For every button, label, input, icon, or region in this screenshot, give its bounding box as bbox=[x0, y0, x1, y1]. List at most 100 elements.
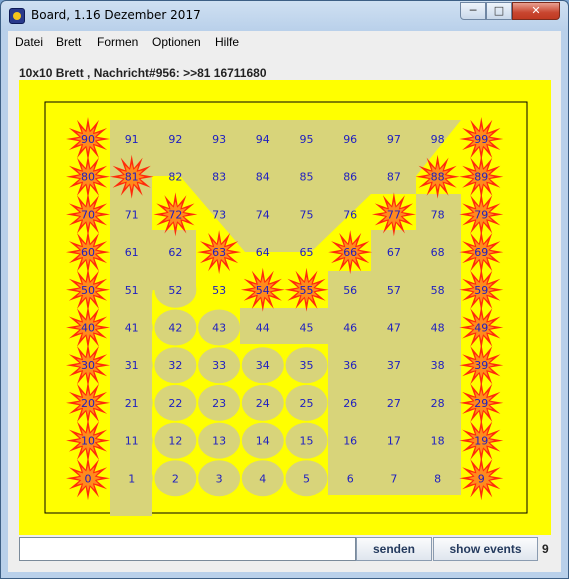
cell-49: 49 bbox=[474, 322, 488, 335]
cell-37: 37 bbox=[387, 359, 401, 372]
cell-38: 38 bbox=[431, 359, 445, 372]
cell-44: 44 bbox=[256, 322, 270, 335]
cell-76: 76 bbox=[343, 208, 357, 221]
cell-2: 2 bbox=[172, 472, 179, 485]
cell-20: 20 bbox=[81, 397, 95, 410]
cell-89: 89 bbox=[474, 171, 488, 184]
menu-optionen[interactable]: Optionen bbox=[152, 35, 201, 49]
cell-3: 3 bbox=[216, 472, 223, 485]
cell-9: 9 bbox=[478, 472, 485, 485]
cell-75: 75 bbox=[300, 208, 314, 221]
cell-86: 86 bbox=[343, 171, 357, 184]
cell-70: 70 bbox=[81, 208, 95, 221]
cell-50: 50 bbox=[81, 284, 95, 297]
cell-4: 4 bbox=[259, 472, 266, 485]
cell-7: 7 bbox=[390, 472, 397, 485]
send-button[interactable]: senden bbox=[356, 537, 432, 561]
board-app-icon[interactable] bbox=[9, 8, 25, 24]
cell-80: 80 bbox=[81, 171, 95, 184]
cell-95: 95 bbox=[300, 133, 314, 146]
cell-43: 43 bbox=[212, 322, 226, 335]
client-area: Datei Brett Formen Optionen Hilfe 10x10 … bbox=[8, 31, 561, 572]
board-canvas[interactable]: 90 91 92 93 94 95 96 97 98 9980 81 82 83 84 85 86 87 88 89… bbox=[19, 80, 551, 535]
cell-67: 67 bbox=[387, 246, 401, 259]
menu-bar: Datei Brett Formen Optionen Hilfe bbox=[8, 31, 561, 53]
cell-6: 6 bbox=[347, 472, 354, 485]
cell-15: 15 bbox=[300, 435, 314, 448]
cell-24: 24 bbox=[256, 397, 270, 410]
cell-87: 87 bbox=[387, 171, 401, 184]
cell-79: 79 bbox=[474, 208, 488, 221]
menu-hilfe[interactable]: Hilfe bbox=[215, 35, 239, 49]
cell-72: 72 bbox=[168, 208, 182, 221]
cell-63: 63 bbox=[212, 246, 226, 259]
cell-69: 69 bbox=[474, 246, 488, 259]
cell-5: 5 bbox=[303, 472, 310, 485]
status-message: 10x10 Brett , Nachricht#956: >>81 167116… bbox=[19, 66, 267, 80]
cell-93: 93 bbox=[212, 133, 226, 146]
cell-40: 40 bbox=[81, 322, 95, 335]
cell-21: 21 bbox=[125, 397, 139, 410]
cell-59: 59 bbox=[474, 284, 488, 297]
cell-68: 68 bbox=[431, 246, 445, 259]
cell-8: 8 bbox=[434, 472, 441, 485]
message-input[interactable] bbox=[19, 537, 356, 561]
cell-10: 10 bbox=[81, 435, 95, 448]
close-button[interactable]: ✕ bbox=[512, 2, 560, 20]
title-bar[interactable]: Board, 1.16 Dezember 2017 ─ □ ✕ bbox=[1, 1, 568, 31]
cell-26: 26 bbox=[343, 397, 357, 410]
cell-47: 47 bbox=[387, 322, 401, 335]
cell-34: 34 bbox=[256, 359, 270, 372]
cell-60: 60 bbox=[81, 246, 95, 259]
cell-54: 54 bbox=[256, 284, 270, 297]
cell-28: 28 bbox=[431, 397, 445, 410]
cell-64: 64 bbox=[256, 246, 270, 259]
cell-92: 92 bbox=[168, 133, 182, 146]
cell-88: 88 bbox=[431, 171, 445, 184]
cell-19: 19 bbox=[474, 435, 488, 448]
cell-97: 97 bbox=[387, 133, 401, 146]
cell-33: 33 bbox=[212, 359, 226, 372]
cell-65: 65 bbox=[300, 246, 314, 259]
show-events-button[interactable]: show events bbox=[433, 537, 538, 561]
cell-48: 48 bbox=[431, 322, 445, 335]
cell-35: 35 bbox=[300, 359, 314, 372]
cell-29: 29 bbox=[474, 397, 488, 410]
menu-formen[interactable]: Formen bbox=[97, 35, 138, 49]
tile-right-column bbox=[416, 194, 461, 274]
cell-66: 66 bbox=[343, 246, 357, 259]
cell-17: 17 bbox=[387, 435, 401, 448]
cell-1: 1 bbox=[128, 472, 135, 485]
window-title: Board, 1.16 Dezember 2017 bbox=[31, 8, 201, 22]
cell-83: 83 bbox=[212, 171, 226, 184]
cell-25: 25 bbox=[300, 397, 314, 410]
cell-12: 12 bbox=[168, 435, 182, 448]
cell-99: 99 bbox=[474, 133, 488, 146]
cell-22: 22 bbox=[168, 397, 182, 410]
cell-82: 82 bbox=[168, 171, 182, 184]
cell-62: 62 bbox=[168, 246, 182, 259]
tile-right-block bbox=[328, 271, 461, 495]
cell-91: 91 bbox=[125, 133, 139, 146]
cell-71: 71 bbox=[125, 208, 139, 221]
cell-52: 52 bbox=[168, 284, 182, 297]
menu-datei[interactable]: Datei bbox=[15, 35, 43, 49]
cell-30: 30 bbox=[81, 359, 95, 372]
cell-77: 77 bbox=[387, 208, 401, 221]
cell-96: 96 bbox=[343, 133, 357, 146]
cell-39: 39 bbox=[474, 359, 488, 372]
cell-41: 41 bbox=[125, 322, 139, 335]
cell-31: 31 bbox=[125, 359, 139, 372]
game-board[interactable]: 90 91 92 93 94 95 96 97 98 99 80 81 82 83 84 85 86 87 88 89… bbox=[19, 80, 551, 535]
cell-98: 98 bbox=[431, 133, 445, 146]
minimize-button[interactable]: ─ bbox=[460, 2, 486, 20]
cell-73: 73 bbox=[212, 208, 226, 221]
maximize-button[interactable]: □ bbox=[486, 2, 512, 20]
cell-84: 84 bbox=[256, 171, 270, 184]
event-counter: 9 bbox=[542, 542, 549, 556]
cell-56: 56 bbox=[343, 284, 357, 297]
cell-81: 81 bbox=[125, 171, 139, 184]
cell-85: 85 bbox=[300, 171, 314, 184]
menu-brett[interactable]: Brett bbox=[56, 35, 81, 49]
cell-51: 51 bbox=[125, 284, 139, 297]
